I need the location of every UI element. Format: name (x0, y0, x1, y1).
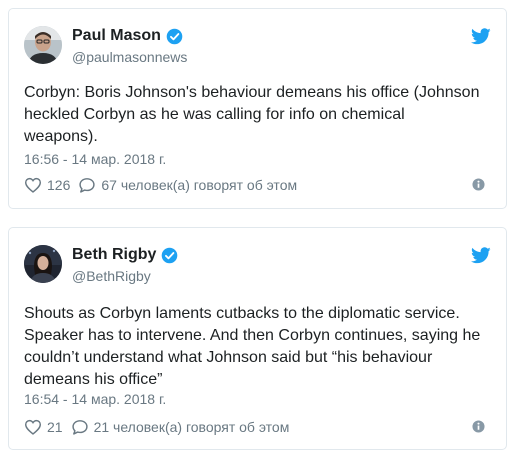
tweet-actions: 126 67 человек(а) говорят об этом (24, 175, 491, 195)
heart-icon (24, 177, 42, 193)
heart-icon (24, 419, 42, 435)
reply-action[interactable]: 67 человек(а) говорят об этом (78, 177, 297, 193)
like-action[interactable]: 21 (24, 419, 63, 435)
reply-bubble-icon (79, 178, 95, 193)
tweet-card[interactable]: Beth Rigby @BethRigby Shouts as Corbyn l… (8, 227, 507, 450)
avatar[interactable] (24, 26, 62, 64)
tweet-text: Corbyn: Boris Johnson's behaviour demean… (24, 84, 480, 145)
reply-count: 67 человек(а) говорят об этом (101, 177, 298, 193)
author-handle[interactable]: @BethRigby (72, 268, 178, 284)
avatar[interactable] (24, 245, 62, 283)
like-count: 126 (47, 177, 71, 193)
tweet-card[interactable]: Paul Mason @paulmasonnews Corbyn: Boris … (8, 8, 507, 209)
author-handle[interactable]: @paulmasonnews (72, 49, 187, 65)
reply-bubble-icon (71, 420, 88, 435)
verified-badge-icon (162, 247, 178, 263)
reply-count: 21 человек(а) говорят об этом (93, 419, 290, 435)
tweet-actions: 21 21 человек(а) говорят об этом (24, 417, 491, 437)
twitter-bird-icon[interactable] (471, 28, 491, 45)
reply-action[interactable]: 21 человек(а) говорят об этом (71, 419, 290, 435)
tweet-header: Beth Rigby @BethRigby (24, 243, 491, 287)
tweet-timestamp[interactable]: 16:56 - 14 мар. 2018 г. (24, 151, 166, 167)
tweet-text: Shouts as Corbyn laments cutbacks to the… (24, 305, 481, 388)
info-icon[interactable] (472, 420, 485, 433)
tweet-timestamp[interactable]: 16:54 - 14 мар. 2018 г. (24, 391, 166, 407)
author-name[interactable]: Paul Mason (72, 27, 161, 45)
twitter-bird-icon[interactable] (471, 247, 491, 264)
verified-badge-icon (166, 28, 183, 44)
author-name[interactable]: Beth Rigby (72, 246, 156, 264)
like-count: 21 (47, 419, 63, 435)
tweet-header: Paul Mason @paulmasonnews (24, 24, 491, 68)
info-icon[interactable] (472, 178, 485, 191)
like-action[interactable]: 126 (24, 177, 70, 193)
